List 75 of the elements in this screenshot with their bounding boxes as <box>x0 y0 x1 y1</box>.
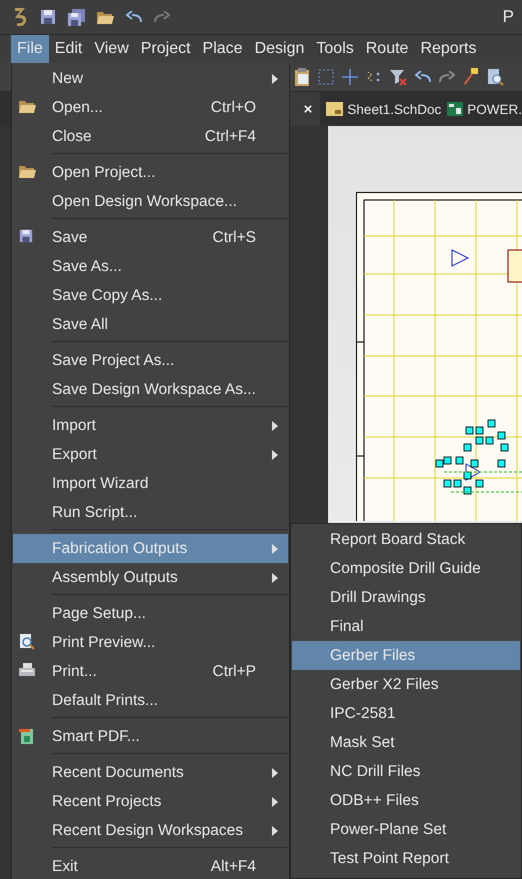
save-icon <box>19 229 33 243</box>
document-tab[interactable]: POWER. <box>441 92 522 126</box>
pdf-icon <box>19 728 35 744</box>
document-tab[interactable]: × <box>290 92 320 126</box>
menu-item[interactable]: Save As... <box>13 252 288 281</box>
magnifier-icon <box>19 634 35 650</box>
redo-icon[interactable] <box>154 11 170 23</box>
menu-item[interactable]: Save Project As... <box>13 346 288 375</box>
undo-icon[interactable] <box>126 11 142 23</box>
menu-item[interactable]: IPC-2581 <box>292 699 520 728</box>
menu-item[interactable]: Smart PDF... <box>13 722 288 751</box>
menu-item[interactable]: ODB++ Files <box>292 786 520 815</box>
menu-bar-item[interactable]: Design <box>248 35 310 63</box>
menu-item[interactable]: Power-Plane Set <box>292 815 520 844</box>
menu-item[interactable]: Recent Projects <box>13 787 288 816</box>
menu-item[interactable]: Mask Set <box>292 728 520 757</box>
clear-filter-icon[interactable] <box>390 68 407 86</box>
menu-item[interactable]: Assembly Outputs <box>13 563 288 592</box>
menu-item[interactable]: Exit Alt+F4 <box>13 852 288 879</box>
menu-item[interactable]: Print Preview... <box>13 628 288 657</box>
menu-item[interactable]: Default Prints... <box>13 686 288 715</box>
menu-item[interactable]: Report Board Stack <box>292 525 520 554</box>
menu-bar-item[interactable]: Edit <box>48 35 88 63</box>
pencil-icon[interactable] <box>463 68 479 86</box>
menu-item[interactable]: Page Setup... <box>13 599 288 628</box>
menu-item[interactable]: Save All <box>13 310 288 339</box>
menu-item[interactable]: Import <box>13 411 288 440</box>
menu-bar-item[interactable]: Route <box>360 35 414 63</box>
menu-bar-item[interactable]: Project <box>134 35 197 63</box>
app-logo-icon <box>14 7 28 27</box>
menu-item[interactable]: Recent Documents <box>13 758 288 787</box>
circuit-board-icon <box>447 102 464 116</box>
folder-icon <box>19 164 36 178</box>
menu-bar-item[interactable]: View <box>88 35 135 63</box>
menu-item[interactable]: Export <box>13 440 288 469</box>
menu-item[interactable]: Save Ctrl+S <box>13 223 288 252</box>
menu-item[interactable]: Close Ctrl+F4 <box>13 122 288 151</box>
shortcut-label: Ctrl+F4 <box>204 128 256 146</box>
menu-item[interactable]: Final <box>292 612 520 641</box>
menu-item[interactable]: Open Project... <box>13 158 288 187</box>
shortcut-label: Ctrl+O <box>210 98 256 116</box>
redo-icon[interactable] <box>439 71 455 83</box>
shortcut-label: Ctrl+S <box>212 228 256 246</box>
folder-icon <box>19 99 36 113</box>
document-search-icon[interactable] <box>487 68 504 86</box>
menu-bar-item[interactable]: Place <box>196 35 249 63</box>
menu-item[interactable]: Print... Ctrl+P <box>13 657 288 686</box>
printer-icon <box>19 663 35 677</box>
schematic-sheet-icon <box>326 102 344 116</box>
undo-icon[interactable] <box>415 71 431 83</box>
menu-item[interactable]: Run Script... <box>13 498 288 527</box>
shortcut-label: Alt+F4 <box>210 858 256 876</box>
menu-item[interactable]: Test Point Report <box>292 844 520 873</box>
menu-item[interactable]: Recent Design Workspaces <box>13 816 288 845</box>
menu-item[interactable]: Drill Drawings <box>292 583 520 612</box>
close-tab-button[interactable]: × <box>304 100 312 118</box>
menu-item[interactable]: Gerber X2 Files <box>292 670 520 699</box>
document-tab[interactable]: Sheet1.SchDoc <box>320 92 442 126</box>
shortcut-label: Ctrl+P <box>212 662 256 680</box>
crosshair-icon[interactable] <box>342 69 358 85</box>
menu-item[interactable]: Open Design Workspace... <box>13 187 288 216</box>
menu-item[interactable]: Save Copy As... <box>13 281 288 310</box>
save-all-icon[interactable] <box>68 8 85 26</box>
save-icon[interactable] <box>40 9 56 25</box>
clipboard-icon[interactable] <box>294 68 310 86</box>
menu-item[interactable]: NC Drill Files <box>292 757 520 786</box>
menu-bar-item[interactable]: Tools <box>310 35 360 63</box>
menu-item[interactable]: Save Design Workspace As... <box>13 375 288 404</box>
menu-bar-item[interactable]: Reports <box>414 35 482 63</box>
folder-icon[interactable] <box>97 10 114 24</box>
window-title: P <box>502 7 514 27</box>
menu-item[interactable]: Open... Ctrl+O <box>13 93 288 122</box>
selection-rectangle-icon[interactable] <box>318 69 334 85</box>
menu-item[interactable]: Composite Drill Guide <box>292 554 520 583</box>
menu-item[interactable]: Import Wizard <box>13 469 288 498</box>
